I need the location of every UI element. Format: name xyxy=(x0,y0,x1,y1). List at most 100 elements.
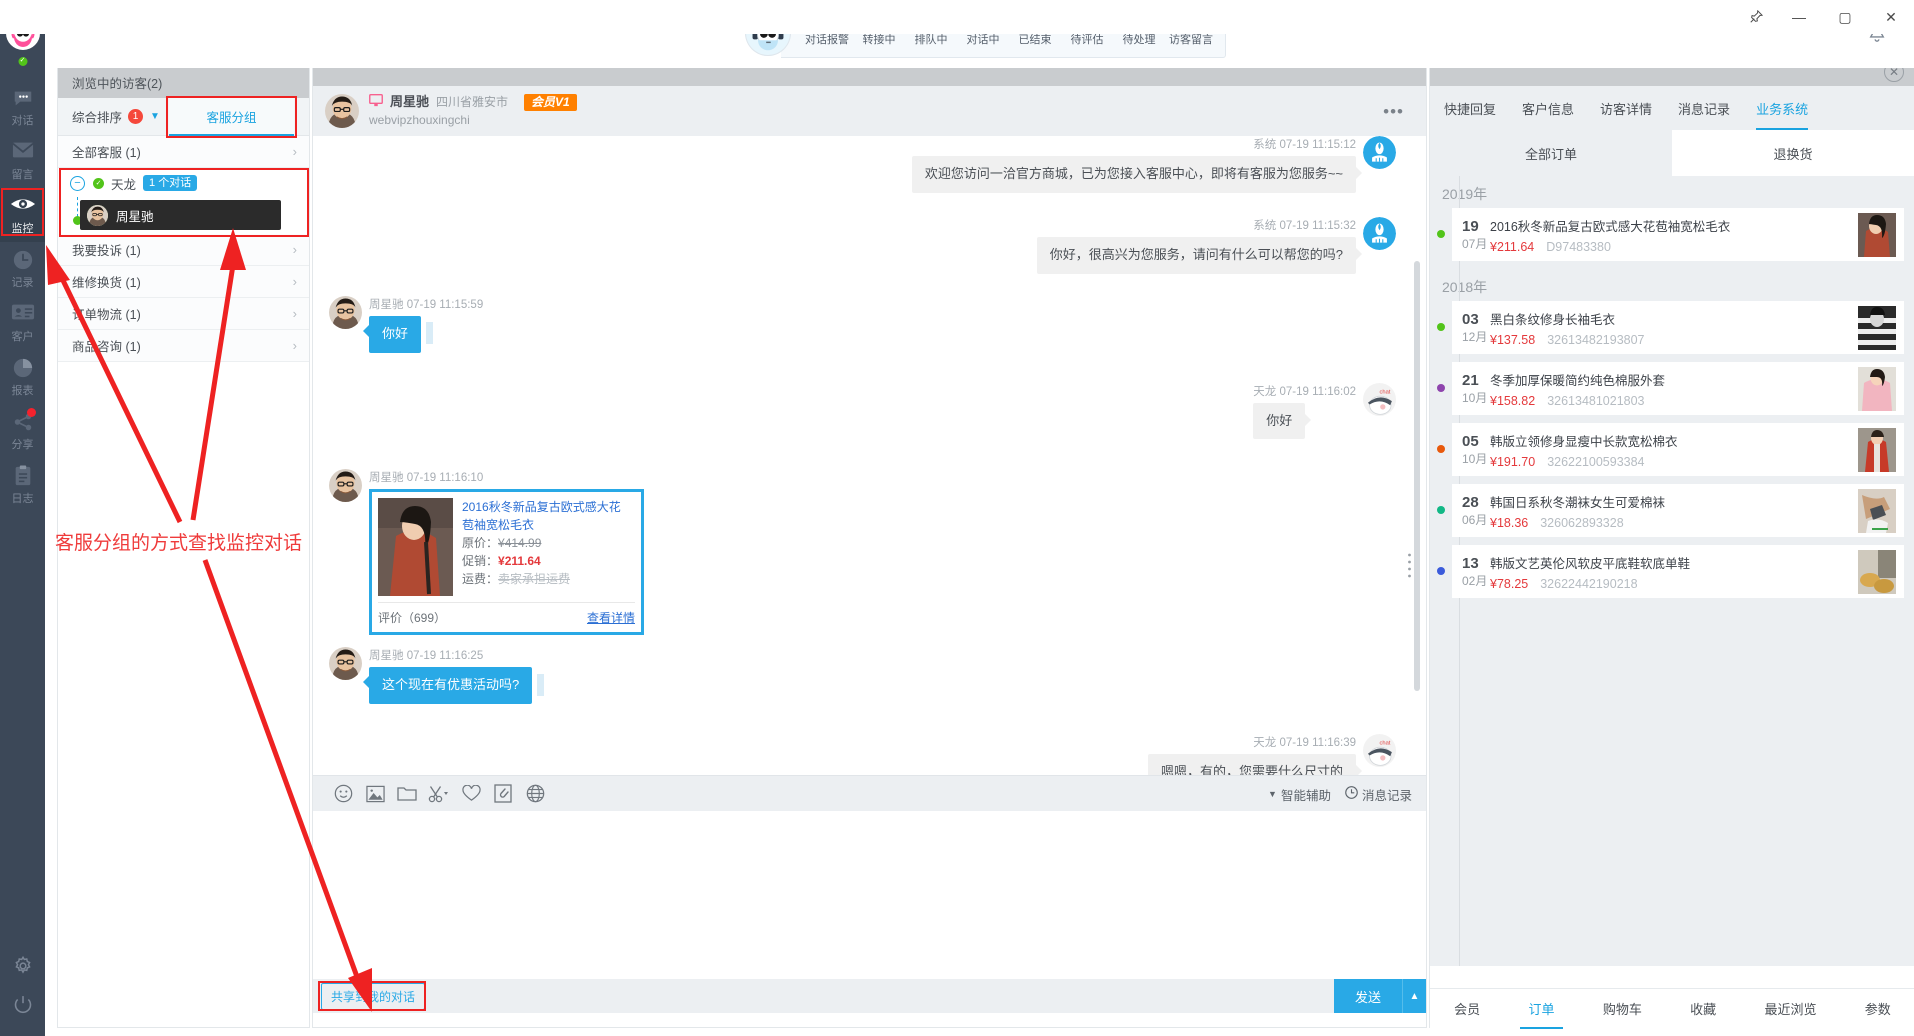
sidebar-item-settings[interactable] xyxy=(0,948,45,987)
chat-scrollbar-thumb[interactable] xyxy=(1408,261,1420,691)
sidebar-item-chat[interactable]: 对话 xyxy=(0,80,45,134)
order-date: 28 06月 xyxy=(1462,494,1490,528)
message-body: 周星驰 07-19 11:15:59 你好 xyxy=(362,296,483,353)
stat-label: 排队中 xyxy=(914,34,948,46)
message-row: 周星驰 07-19 11:16:25 这个现在有优惠活动吗? xyxy=(329,647,1396,705)
message-bubble[interactable]: 欢迎您访问一洽官方商城，已为您接入客服中心，即将有客服为您服务~~ xyxy=(911,156,1363,193)
group-row-repair[interactable]: 维修换货 (1) › xyxy=(58,266,309,298)
message-bubble[interactable]: 嗯嗯，有的，您需要什么尺寸的 xyxy=(1147,754,1363,775)
group-row-complaint[interactable]: 我要投诉 (1) › xyxy=(58,234,309,266)
sidebar-item-logs[interactable]: 日志 xyxy=(0,458,45,512)
window-controls: — ▢ ✕ xyxy=(1736,0,1914,34)
order-date: 05 10月 xyxy=(1462,433,1490,467)
sidebar-item-message[interactable]: 留言 xyxy=(0,134,45,188)
agent-row[interactable]: − ✓ 天龙 1 个对话 xyxy=(58,168,309,198)
message-bubble[interactable]: 你好 xyxy=(1253,402,1312,440)
sidebar-item-records[interactable]: 记录 xyxy=(0,242,45,296)
share-icon xyxy=(0,411,45,437)
image-icon[interactable] xyxy=(359,776,391,812)
chevron-right-icon: › xyxy=(292,338,297,353)
order-title: 黑白条纹修身长袖毛衣 xyxy=(1490,312,1616,327)
product-title[interactable]: 2016秋冬新品复古欧式感大花苞袖宽松毛衣 xyxy=(462,498,627,534)
tab-message-history[interactable]: 消息记录 xyxy=(1678,86,1730,130)
footer-tab-recently-viewed[interactable]: 最近浏览 xyxy=(1760,989,1820,1029)
message-body: 周星驰 07-19 11:16:10 2016秋冬新品复古欧式感大花苞袖宽松毛衣… xyxy=(369,469,644,636)
share-to-my-chat-button[interactable]: 共享到我的对话 xyxy=(321,982,426,1010)
order-item[interactable]: 28 06月 韩国日系秋冬潮袜女生可爱棉袜 ¥18.36 32606289332… xyxy=(1437,484,1904,537)
close-button[interactable]: ✕ xyxy=(1868,0,1914,34)
more-dots-icon[interactable]: ••• xyxy=(1383,102,1404,122)
footer-tab-member[interactable]: 会员 xyxy=(1450,989,1484,1029)
right-panel-tabs: 快捷回复 客户信息 访客详情 消息记录 业务系统 xyxy=(1430,86,1914,130)
right-panel-top-strip: ✕ xyxy=(1430,62,1914,86)
globe-icon[interactable] xyxy=(519,776,551,812)
smart-assist-button[interactable]: ▼ 智能辅助 xyxy=(1268,785,1331,804)
footer-tab-cart[interactable]: 购物车 xyxy=(1599,989,1646,1029)
folder-icon[interactable] xyxy=(391,776,423,812)
message-meta: 系统 07-19 11:15:12 xyxy=(1253,139,1356,151)
product-card[interactable]: 2016秋冬新品复古欧式感大花苞袖宽松毛衣 原价：¥414.99 促销：¥211… xyxy=(369,489,644,636)
send-button[interactable]: 发送 xyxy=(1334,979,1402,1013)
product-footer: 评价（699） 查看详情 xyxy=(378,602,635,626)
tab-customer-info[interactable]: 客户信息 xyxy=(1522,86,1574,130)
emoji-icon[interactable] xyxy=(327,776,359,812)
list-item-visitor[interactable]: 周星驰 xyxy=(80,200,281,230)
order-item[interactable]: 03 12月 黑白条纹修身长袖毛衣 ¥137.58 32613482193807 xyxy=(1437,301,1904,354)
group-label: 全部客服 (1) xyxy=(72,146,141,160)
pin-icon[interactable] xyxy=(1736,0,1776,34)
maximize-button[interactable]: ▢ xyxy=(1822,0,1868,34)
sidebar-item-customers[interactable]: 客户 xyxy=(0,296,45,350)
product-detail-link[interactable]: 查看详情 xyxy=(587,609,635,626)
order-month: 12月 xyxy=(1462,329,1488,344)
footer-tab-favorites[interactable]: 收藏 xyxy=(1686,989,1720,1029)
chat-top-strip xyxy=(313,66,1426,86)
message-bubble[interactable]: 这个现在有优惠活动吗? xyxy=(362,667,533,705)
subtab-returns[interactable]: 退换货 xyxy=(1672,130,1914,176)
minimize-button[interactable]: — xyxy=(1776,0,1822,34)
order-thumbnail xyxy=(1858,488,1896,533)
selection-handle[interactable] xyxy=(537,674,545,697)
minus-circle-icon[interactable]: − xyxy=(70,175,85,191)
chevron-down-icon[interactable]: ▼ xyxy=(150,111,160,122)
message-bubble[interactable]: 你好 xyxy=(362,315,422,353)
order-item[interactable]: 21 10月 冬季加厚保暖简约纯色棉服外套 ¥158.82 3261348102… xyxy=(1437,362,1904,415)
message-bubble[interactable]: 你好，很高兴为您服务，请问有什么可以帮您的吗? xyxy=(1036,236,1363,274)
drag-handle-icon[interactable] xyxy=(1407,551,1412,581)
footer-tab-orders[interactable]: 订单 xyxy=(1520,989,1563,1029)
footer-tab-parameters[interactable]: 参数 xyxy=(1861,989,1895,1029)
tab-agent-group[interactable]: 客服分组 xyxy=(169,98,294,136)
message-row: 系统 07-19 11:15:12 欢迎您访问一洽官方商城，已为您接入客服中心，… xyxy=(329,136,1396,193)
group-row-logistics[interactable]: 订单物流 (1) › xyxy=(58,298,309,330)
sidebar-item-share[interactable]: 分享 xyxy=(0,404,45,458)
scissors-icon[interactable] xyxy=(423,776,455,812)
sidebar-item-reports[interactable]: 报表 xyxy=(0,350,45,404)
visitor-avatar xyxy=(329,469,362,503)
order-thumbnail xyxy=(1858,549,1896,594)
attachment-icon[interactable] xyxy=(487,776,519,812)
group-row-product-inquiry[interactable]: 商品咨询 (1) › xyxy=(58,330,309,362)
tab-visitor-details[interactable]: 访客详情 xyxy=(1600,86,1652,130)
order-item[interactable]: 19 07月 2016秋冬新品复古欧式感大花苞袖宽松毛衣 ¥211.64 D97… xyxy=(1437,208,1904,261)
order-item[interactable]: 13 02月 韩版文艺英伦风软皮平底鞋软底单鞋 ¥78.25 326224421… xyxy=(1437,545,1904,598)
group-row-all-agents[interactable]: 全部客服 (1) › xyxy=(58,136,309,168)
order-number: 326062893328 xyxy=(1540,515,1624,530)
product-shipping-row: 运费：卖家承担运费 xyxy=(462,570,627,588)
order-item[interactable]: 05 10月 韩版立领修身显瘦中长款宽松棉衣 ¥191.70 326221005… xyxy=(1437,423,1904,476)
agent-name: 天龙 xyxy=(111,177,137,192)
chat-bubble-icon xyxy=(0,87,45,113)
sort-label[interactable]: 综合排序 xyxy=(72,107,122,126)
message-history-button[interactable]: 消息记录 xyxy=(1345,785,1412,804)
message-editor[interactable] xyxy=(313,811,1426,979)
message-body: 系统 07-19 11:15:32 你好，很高兴为您服务，请问有什么可以帮您的吗… xyxy=(1036,217,1363,274)
sidebar-item-power[interactable] xyxy=(0,987,45,1026)
subtab-all-orders[interactable]: 全部订单 xyxy=(1430,130,1672,176)
selection-handle[interactable] xyxy=(426,322,434,345)
svg-text:chat: chat xyxy=(1380,389,1391,395)
heart-icon[interactable] xyxy=(455,776,487,812)
sidebar-item-monitor[interactable]: 监控 xyxy=(0,188,45,242)
system-avatar xyxy=(1363,216,1396,250)
send-options-caret-icon[interactable]: ▲ xyxy=(1402,979,1426,1013)
sidebar-item-label: 留言 xyxy=(11,169,34,181)
tab-business-system[interactable]: 业务系统 xyxy=(1756,86,1809,130)
tab-quick-reply[interactable]: 快捷回复 xyxy=(1444,86,1496,130)
